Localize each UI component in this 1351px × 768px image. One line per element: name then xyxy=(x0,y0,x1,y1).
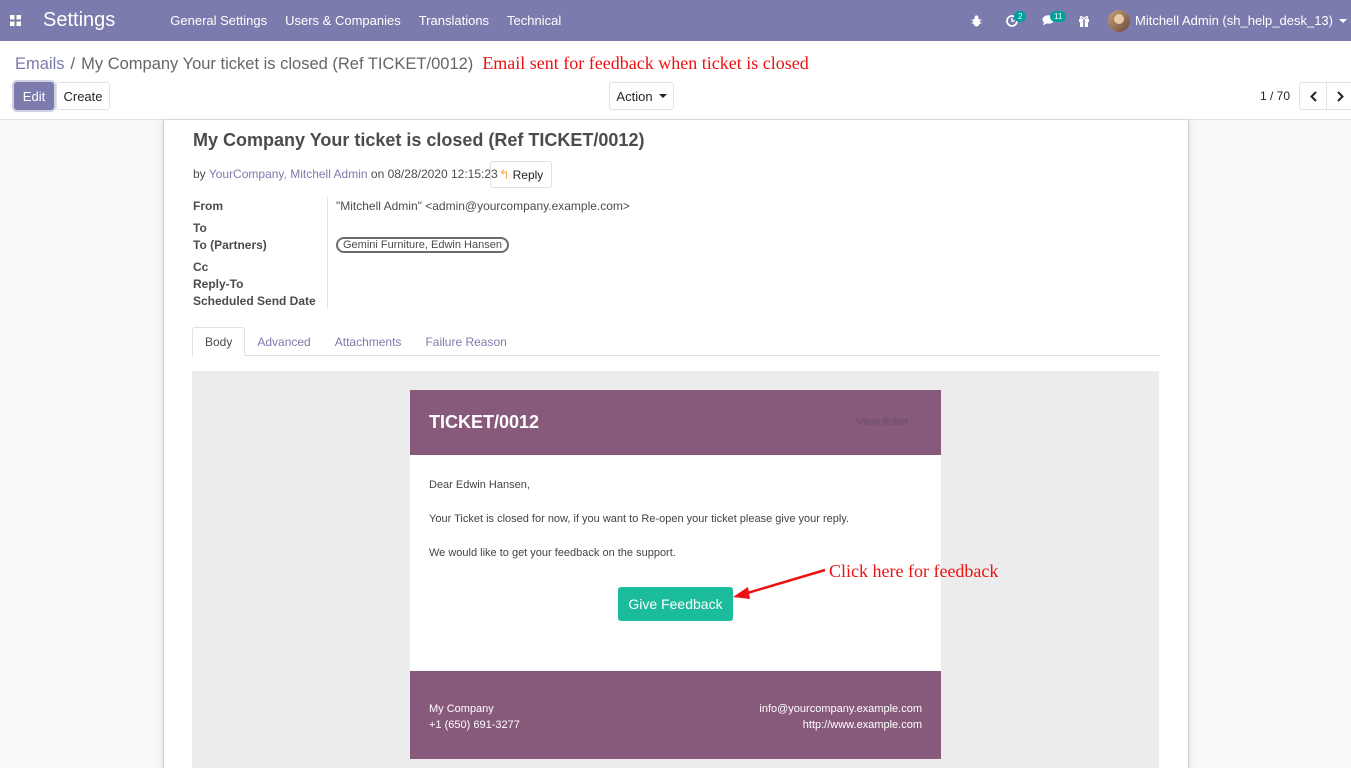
reply-to-label: Reply-To xyxy=(193,277,244,291)
bug-icon xyxy=(971,14,981,26)
view-ticket-link[interactable]: View ticket xyxy=(856,416,908,428)
footer-email[interactable]: info@yourcompany.example.com xyxy=(759,701,922,717)
from-label: From xyxy=(193,199,223,213)
footer-website[interactable]: http://www.example.com xyxy=(759,717,922,733)
top-navbar: Settings General Settings Users & Compan… xyxy=(0,0,1351,41)
user-menu[interactable]: Mitchell Admin (sh_help_desk_13) xyxy=(1108,9,1351,32)
tab-attachments[interactable]: Attachments xyxy=(323,327,414,356)
menu-translations[interactable]: Translations xyxy=(410,13,498,28)
tab-advanced[interactable]: Advanced xyxy=(245,327,322,356)
email-body-preview: TICKET/0012 View ticket Dear Edwin Hanse… xyxy=(192,371,1159,768)
messages-count-badge: 11 xyxy=(1050,11,1067,22)
caret-down-icon xyxy=(658,94,667,98)
activities-button[interactable]: 2 xyxy=(994,0,1030,41)
partner-tag[interactable]: Gemini Furniture, Edwin Hansen xyxy=(336,237,509,253)
mail-date: on 08/28/2020 12:15:23 xyxy=(370,167,498,181)
reply-icon: ↰ xyxy=(498,166,510,182)
email-header: TICKET/0012 View ticket xyxy=(410,390,941,455)
create-button[interactable]: Create xyxy=(56,82,110,110)
reply-label: Reply xyxy=(512,167,544,182)
messages-button[interactable]: 11 xyxy=(1030,0,1067,41)
menu-general-settings[interactable]: General Settings xyxy=(161,13,276,28)
gift-button[interactable] xyxy=(1066,0,1102,41)
reply-button[interactable]: ↰ Reply xyxy=(490,161,552,188)
apps-grid-icon xyxy=(9,15,21,26)
by-prefix: by xyxy=(193,167,206,181)
debug-button[interactable] xyxy=(958,0,994,41)
breadcrumb: Emails / My Company Your ticket is close… xyxy=(15,53,809,74)
avatar xyxy=(1108,9,1130,32)
footer-phone: +1 (650) 691-3277 xyxy=(429,719,520,731)
breadcrumb-emails-link[interactable]: Emails xyxy=(15,55,65,74)
to-label: To xyxy=(193,221,207,235)
breadcrumb-separator: / xyxy=(70,55,76,73)
field-divider xyxy=(327,197,328,309)
email-line-feedback: We would like to get your feedback on th… xyxy=(429,547,676,559)
annotation-feedback-note: Click here for feedback xyxy=(829,561,999,581)
email-ticket-ref: TICKET/0012 xyxy=(429,412,540,432)
menu-users-companies[interactable]: Users & Companies xyxy=(276,13,410,28)
chevron-right-icon xyxy=(1336,90,1344,102)
mail-byline: by YourCompany, Mitchell Admin on 08/28/… xyxy=(193,167,498,181)
to-partners-label: To (Partners) xyxy=(193,238,267,252)
control-panel: Emails / My Company Your ticket is close… xyxy=(0,41,1351,120)
pager-value[interactable]: 1 / 70 xyxy=(1260,89,1290,103)
app-name[interactable]: Settings xyxy=(43,9,115,32)
gift-icon xyxy=(1079,15,1089,27)
mail-subject: My Company Your ticket is closed (Ref TI… xyxy=(193,130,645,150)
caret-down-icon xyxy=(1339,18,1347,23)
notebook-tabs: Body Advanced Attachments Failure Reason xyxy=(192,327,1160,356)
edit-button[interactable]: Edit xyxy=(14,82,54,110)
annotation-title-note: Email sent for feedback when ticket is c… xyxy=(482,53,809,73)
cc-label: Cc xyxy=(193,260,209,274)
action-dropdown[interactable]: Action xyxy=(609,82,674,110)
activity-count-badge: 2 xyxy=(1014,11,1027,22)
pager-next-button[interactable] xyxy=(1326,82,1351,110)
give-feedback-button[interactable]: Give Feedback xyxy=(618,587,733,621)
tab-body[interactable]: Body xyxy=(192,327,246,356)
from-value: "Mitchell Admin" <admin@yourcompany.exam… xyxy=(336,199,630,213)
action-label: Action xyxy=(616,88,653,104)
footer-company: My Company xyxy=(429,703,494,715)
email-line-closed: Your Ticket is closed for now, if you wa… xyxy=(429,513,850,525)
form-sheet: My Company Your ticket is closed (Ref TI… xyxy=(163,120,1189,768)
breadcrumb-current: My Company Your ticket is closed (Ref TI… xyxy=(81,55,474,73)
email-greeting: Dear Edwin Hansen, xyxy=(429,479,530,491)
main-menu: General Settings Users & Companies Trans… xyxy=(161,13,570,28)
author-link[interactable]: YourCompany, Mitchell Admin xyxy=(209,167,368,181)
pager-previous-button[interactable] xyxy=(1299,82,1327,110)
apps-menu-button[interactable] xyxy=(0,0,30,41)
tab-failure-reason[interactable]: Failure Reason xyxy=(413,327,518,356)
scheduled-send-date-label: Scheduled Send Date xyxy=(193,294,316,308)
user-name: Mitchell Admin (sh_help_desk_13) xyxy=(1135,13,1333,28)
menu-technical[interactable]: Technical xyxy=(498,13,570,28)
chevron-left-icon xyxy=(1309,90,1317,102)
annotation-arrow xyxy=(733,568,826,599)
email-footer: My Company +1 (650) 691-3277 info@yourco… xyxy=(410,671,941,759)
to-partners-value: Gemini Furniture, Edwin Hansen xyxy=(336,237,509,253)
